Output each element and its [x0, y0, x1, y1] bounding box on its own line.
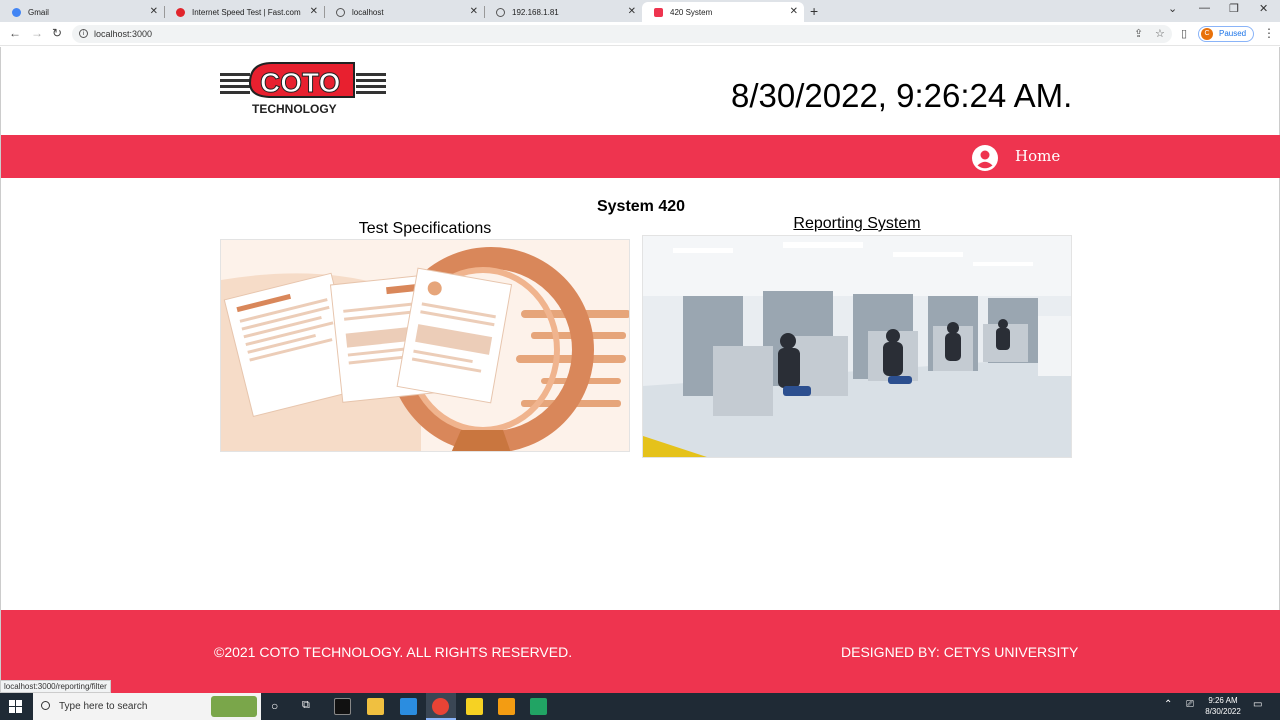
- link-status-url: localhost:3000/reporting/filter: [0, 680, 111, 693]
- tab-ip[interactable]: 192.168.1.81 ✕: [484, 2, 642, 22]
- notifications-icon[interactable]: ▭: [1253, 699, 1262, 710]
- close-icon[interactable]: ✕: [790, 6, 798, 17]
- current-datetime: 8/30/2022, 9:26:24 AM.: [731, 77, 1073, 114]
- user-account-icon[interactable]: [972, 145, 998, 171]
- restore-icon[interactable]: ❐: [1229, 2, 1239, 15]
- terminal-icon[interactable]: [334, 698, 351, 715]
- taskbar-clock[interactable]: 9:26 AM 8/30/2022: [1198, 695, 1248, 717]
- clock-time: 9:26 AM: [1208, 696, 1238, 705]
- tab-420-system[interactable]: 420 System ✕: [642, 2, 804, 22]
- new-tab-button[interactable]: +: [810, 3, 818, 19]
- site-info-icon[interactable]: i: [79, 29, 88, 38]
- coto-technology-logo[interactable]: COTO TECHNOLOGY: [220, 59, 388, 117]
- tab-search-icon[interactable]: ⌄: [1168, 2, 1177, 15]
- copyright-text: ©2021 COTO TECHNOLOGY. ALL RIGHTS RESERV…: [214, 644, 573, 660]
- task-view-icon[interactable]: ⧉: [302, 699, 310, 712]
- close-icon[interactable]: ✕: [628, 6, 636, 17]
- profile-button[interactable]: C Paused: [1198, 26, 1254, 42]
- globe-icon: [336, 7, 345, 17]
- documents-illustration: [221, 240, 629, 451]
- menu-icon[interactable]: ⋮: [1263, 26, 1275, 40]
- forward-icon[interactable]: →: [31, 26, 43, 40]
- fast-icon: [176, 7, 185, 17]
- file-explorer-icon[interactable]: [367, 698, 384, 715]
- windows-start-icon[interactable]: [9, 700, 22, 713]
- cortana-icon[interactable]: ○: [271, 699, 278, 713]
- close-icon[interactable]: ✕: [150, 6, 158, 17]
- home-link[interactable]: Home: [1015, 147, 1060, 165]
- globe-icon: [496, 7, 505, 17]
- search-icon: [41, 701, 50, 710]
- tab-localhost[interactable]: localhost ✕: [324, 2, 485, 22]
- url-text: localhost:3000: [94, 29, 153, 39]
- vscode-icon[interactable]: [400, 698, 417, 715]
- reporting-system-image[interactable]: [642, 235, 1072, 458]
- slides-icon[interactable]: [498, 698, 515, 715]
- tab-label: Gmail: [28, 7, 49, 17]
- back-icon[interactable]: ←: [9, 26, 21, 40]
- close-icon[interactable]: ✕: [310, 6, 318, 17]
- address-bar-row: ← → ↻ i localhost:3000 ⇪ ☆ ▯ C Paused ⋮: [0, 22, 1280, 46]
- tab-label: 420 System: [670, 7, 713, 17]
- tab-gmail[interactable]: Gmail ✕: [0, 2, 165, 22]
- web-page: COTO TECHNOLOGY 8/30/2022, 9:26:24 AM. H…: [0, 47, 1280, 693]
- network-icon[interactable]: ⎚: [1186, 699, 1194, 710]
- chrome-icon[interactable]: [432, 698, 449, 715]
- coto-icon: [654, 7, 663, 17]
- bookmark-star-icon[interactable]: ☆: [1155, 27, 1165, 40]
- sticky-notes-icon[interactable]: [466, 698, 483, 715]
- page-title: System 420: [596, 198, 686, 215]
- close-icon[interactable]: ✕: [470, 6, 478, 17]
- factory-photo: [643, 236, 1071, 457]
- search-highlight-icon: [211, 696, 257, 717]
- sheets-icon[interactable]: [530, 698, 547, 715]
- test-specifications-image[interactable]: [220, 239, 630, 452]
- avatar: C: [1201, 28, 1213, 40]
- share-icon[interactable]: ⇪: [1134, 27, 1143, 40]
- taskbar-search-input[interactable]: Type here to search: [33, 693, 261, 720]
- svg-text:TECHNOLOGY: TECHNOLOGY: [252, 102, 337, 116]
- tab-label: 192.168.1.81: [512, 7, 559, 17]
- nav-bar: Home: [1, 135, 1280, 178]
- test-specifications-title[interactable]: Test Specifications: [220, 220, 630, 238]
- browser-tab-strip: Gmail ✕ Internet Speed Test | Fast.com ✕…: [0, 0, 1280, 22]
- profile-status: Paused: [1219, 29, 1247, 38]
- search-placeholder: Type here to search: [59, 701, 148, 712]
- minimize-icon[interactable]: —: [1199, 2, 1210, 14]
- gmail-icon: [12, 7, 21, 17]
- tab-label: localhost: [352, 7, 384, 17]
- windows-taskbar: Type here to search ○ ⧉ ⌃ ⎚ 9:26 AM 8/30…: [0, 693, 1280, 720]
- designer-credit: DESIGNED BY: CETYS UNIVERSITY: [841, 644, 1079, 660]
- tray-chevron-icon[interactable]: ⌃: [1164, 699, 1172, 710]
- close-window-icon[interactable]: ✕: [1259, 2, 1268, 15]
- tab-fast[interactable]: Internet Speed Test | Fast.com ✕: [164, 2, 325, 22]
- tab-label: Internet Speed Test | Fast.com: [192, 7, 301, 17]
- clock-date: 8/30/2022: [1205, 707, 1241, 716]
- reporting-system-link[interactable]: Reporting System: [642, 215, 1072, 233]
- side-panel-icon[interactable]: ▯: [1181, 27, 1187, 40]
- svg-text:COTO: COTO: [260, 67, 340, 98]
- footer: ©2021 COTO TECHNOLOGY. ALL RIGHTS RESERV…: [1, 610, 1280, 693]
- reload-icon[interactable]: ↻: [52, 26, 62, 40]
- url-field[interactable]: i localhost:3000: [72, 25, 1172, 43]
